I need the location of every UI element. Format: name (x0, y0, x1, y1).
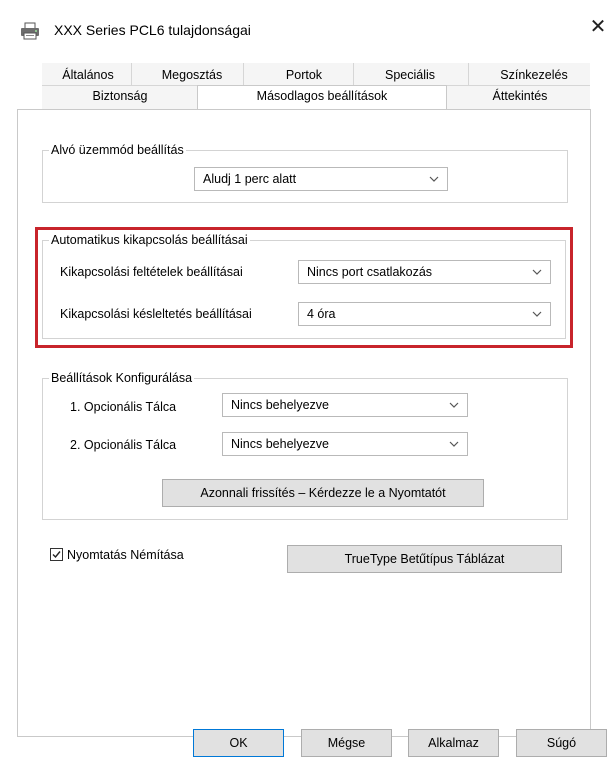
apply-button[interactable]: Alkalmaz (408, 729, 499, 757)
highlight-box (35, 227, 573, 348)
config-legend: Beállítások Konfigurálása (49, 370, 195, 386)
chevron-down-icon (429, 168, 439, 190)
sleep-mode-legend: Alvó üzemmód beállítás (49, 142, 186, 158)
cancel-button[interactable]: Mégse (301, 729, 392, 757)
chevron-down-icon (449, 433, 459, 455)
tab-separator (353, 63, 354, 85)
printer-icon (20, 22, 40, 40)
chevron-down-icon (449, 394, 459, 416)
window-title: XXX Series PCL6 tulajdonságai (54, 22, 251, 38)
tab-masodlagos-beallitasok[interactable]: Másodlagos beállítások (197, 85, 447, 111)
sleep-mode-select[interactable]: Aludj 1 perc alatt (194, 167, 448, 191)
tab-altalanos[interactable]: Általános (48, 66, 128, 84)
tab-attekintes[interactable]: Áttekintés (470, 87, 570, 105)
mute-print-checkbox[interactable] (50, 548, 63, 561)
tab-separator (243, 63, 244, 85)
tab-megosztas[interactable]: Megosztás (142, 66, 242, 84)
sleep-mode-value: Aludj 1 perc alatt (203, 172, 297, 186)
tray1-select[interactable]: Nincs behelyezve (222, 393, 468, 417)
checkmark-icon (52, 551, 61, 559)
tray1-label: 1. Opcionális Tálca (70, 400, 177, 414)
ok-button[interactable]: OK (193, 729, 284, 757)
printer-properties-window: XXX Series PCL6 tulajdonságai ✕ Általáno… (0, 0, 613, 760)
tray2-select[interactable]: Nincs behelyezve (222, 432, 468, 456)
tray2-value: Nincs behelyezve (231, 437, 329, 451)
mute-print-label[interactable]: Nyomtatás Némítása (67, 547, 184, 563)
tab-specialis[interactable]: Speciális (360, 66, 460, 84)
tab-szinkezeles[interactable]: Színkezelés (484, 66, 584, 84)
tab-portok[interactable]: Portok (264, 66, 344, 84)
tab-separator (468, 63, 469, 85)
tray1-value: Nincs behelyezve (231, 398, 329, 412)
truetype-font-table-button[interactable]: TrueType Betűtípus Táblázat (287, 545, 562, 573)
refresh-button[interactable]: Azonnali frissítés – Kérdezze le a Nyomt… (162, 479, 484, 507)
tray2-label: 2. Opcionális Tálca (70, 438, 177, 452)
tab-biztonsag[interactable]: Biztonság (55, 87, 185, 105)
help-button[interactable]: Súgó (516, 729, 607, 757)
tab-separator (131, 63, 132, 85)
close-icon[interactable]: ✕ (588, 17, 608, 37)
